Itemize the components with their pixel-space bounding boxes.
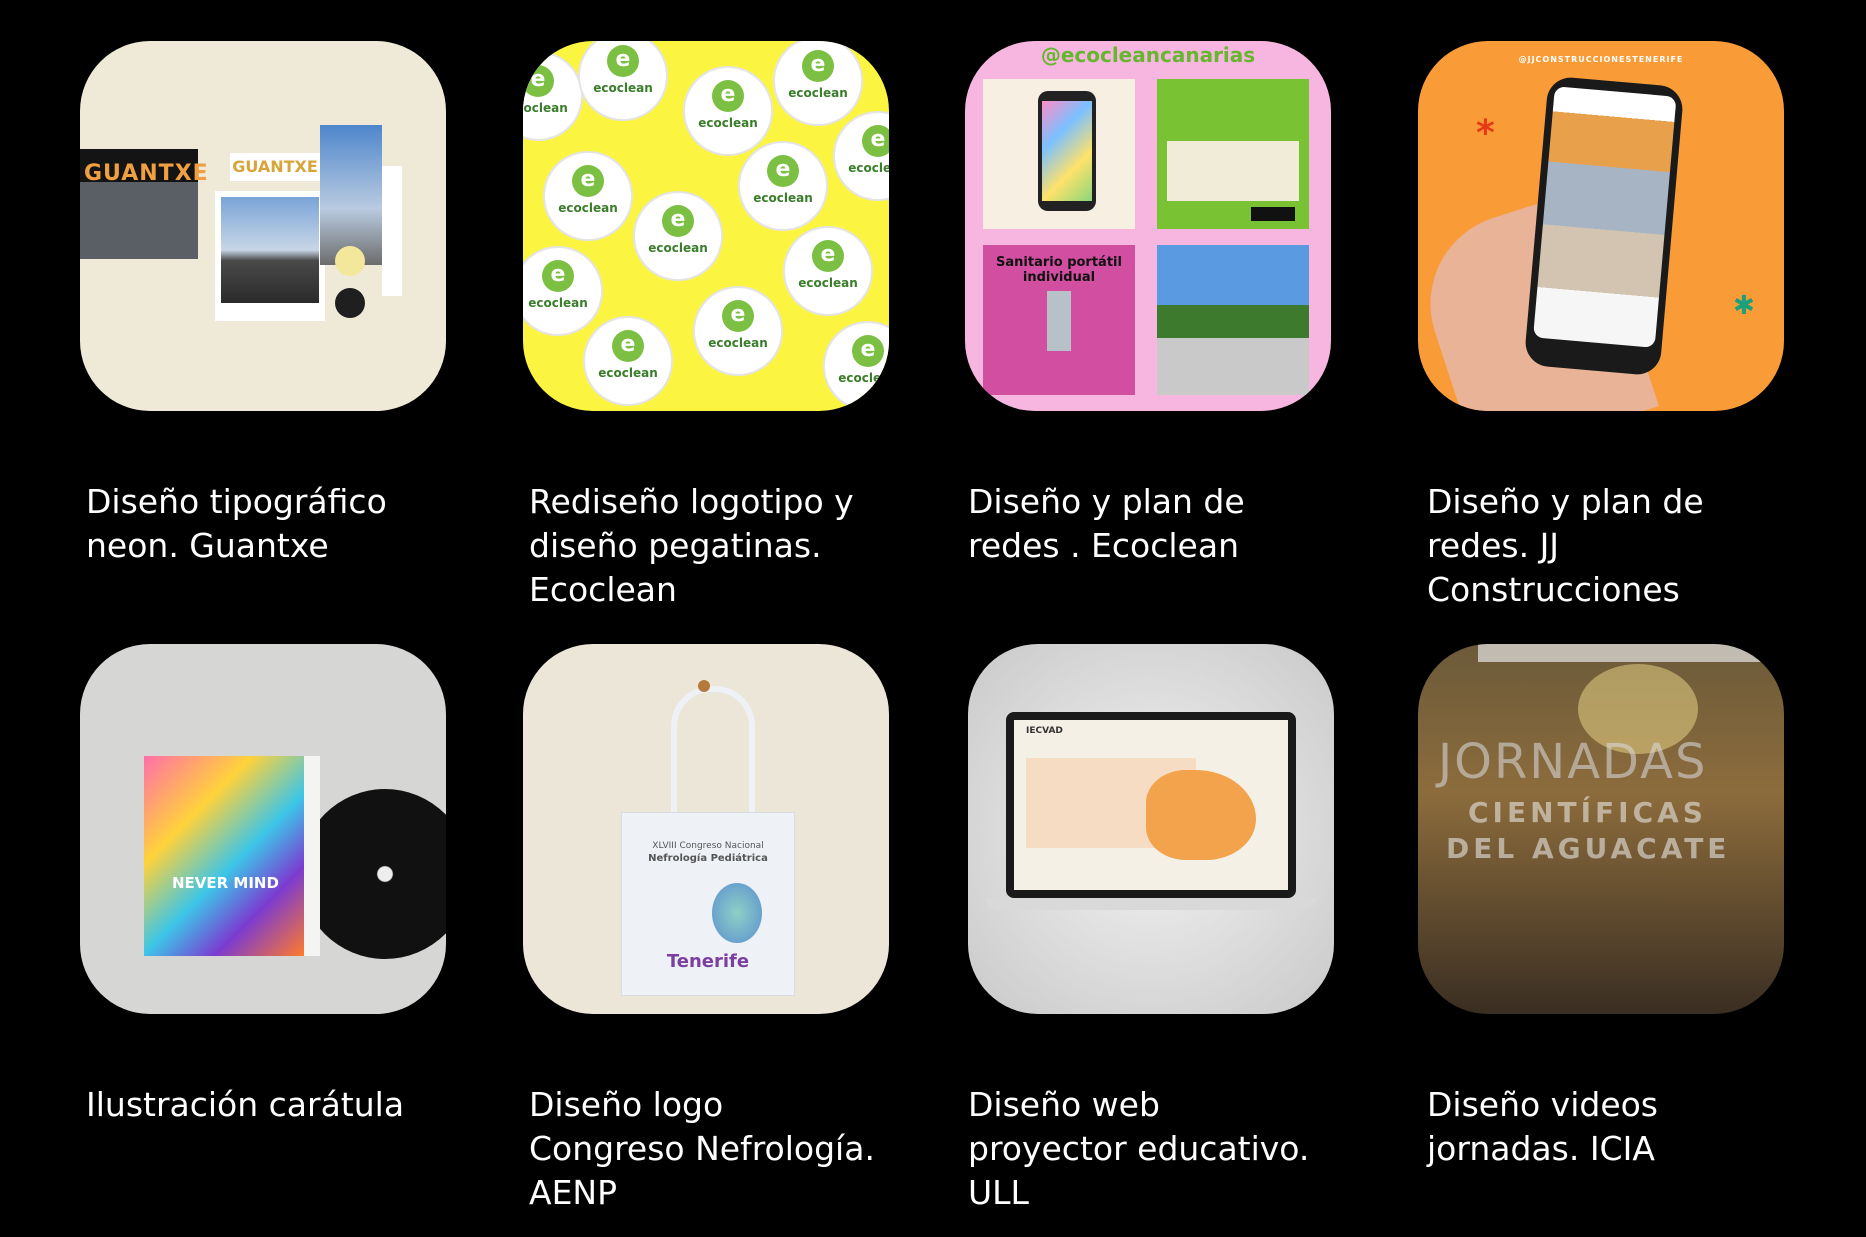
bag-strap	[671, 686, 755, 832]
ecoclean-sticker: eecoclean	[773, 41, 863, 126]
congress-name: Nefrología Pediátrica	[648, 853, 768, 864]
title-line: redes . Ecoclean	[968, 526, 1239, 565]
ecoclean-sticker: eecoclean	[523, 51, 583, 141]
title-line: Diseño tipográfico	[86, 482, 387, 521]
cover-text: NEVER MIND	[172, 874, 279, 892]
title-line: redes. JJ	[1427, 526, 1560, 565]
title-line: Diseño web	[968, 1085, 1160, 1124]
globe-icon	[712, 883, 762, 943]
black-swatch	[335, 288, 365, 318]
hook-pin	[698, 680, 710, 692]
ecoclean-sticker: eecoclean	[783, 226, 873, 316]
project-title-ecoclean-stickers: Rediseño logotipo y diseño pegatinas. Ec…	[529, 480, 919, 612]
title-line: Ilustración carátula	[86, 1085, 405, 1124]
tote-bag: XLVIII Congreso Nacional Nefrología Pedi…	[621, 812, 795, 996]
ecoclean-sticker: eecoclean	[543, 151, 633, 241]
project-title-icia: Diseño videos jornadas. ICIA	[1427, 1083, 1817, 1171]
title-line: Construcciones	[1427, 570, 1680, 609]
post-photo	[1157, 245, 1309, 395]
ecoclean-sticker: eecoclean	[823, 321, 889, 411]
title-line: Congreso Nefrología.	[529, 1129, 875, 1168]
tenerife-logo: Tenerife	[666, 951, 750, 972]
project-card-guantxe[interactable]: GUANTXE GUANTXE	[80, 41, 446, 411]
laptop-base	[986, 898, 1316, 910]
sponsor-logos-bar	[1478, 644, 1764, 662]
polaroid-photo	[215, 191, 325, 321]
ecoclean-sticker: eecoclean	[633, 191, 723, 281]
title-line: proyector educativo.	[968, 1129, 1310, 1168]
title-line: AENP	[529, 1173, 618, 1212]
title-line: ULL	[968, 1173, 1029, 1212]
ecoclean-sticker: eecoclean	[693, 286, 783, 376]
neon-sign-photo: GUANTXE	[80, 149, 208, 259]
instagram-handle: @ecocleancanarias	[1040, 43, 1256, 67]
congress-label: XLVIII Congreso Nacional	[652, 841, 764, 851]
title-line: Diseño y plan de	[1427, 482, 1704, 521]
vinyl-record	[300, 789, 446, 959]
post-sanitario: Sanitario portátil individual	[983, 245, 1135, 395]
ecoclean-sticker: eecoclean	[738, 141, 828, 231]
title-line: diseño pegatinas.	[529, 526, 822, 565]
cientificas-text: CIENTÍFICAS	[1468, 796, 1707, 829]
title-line: Diseño videos	[1427, 1085, 1658, 1124]
project-title-guantxe: Diseño tipográfico neon. Guantxe	[86, 480, 476, 568]
paper-strip	[382, 166, 402, 296]
title-line: Ecoclean	[529, 570, 677, 609]
project-title-ecoclean-redes: Diseño y plan de redes . Ecoclean	[968, 480, 1358, 568]
album-cover: NEVER MIND	[144, 756, 304, 956]
title-line: Diseño y plan de	[968, 482, 1245, 521]
aguacate-text: DEL AGUACATE	[1446, 832, 1731, 865]
project-card-icia[interactable]: JORNADAS CIENTÍFICAS DEL AGUACATE	[1418, 644, 1784, 1014]
post-water	[1157, 79, 1309, 229]
ecoclean-sticker: eecoclean	[683, 66, 773, 156]
project-title-caratula: Ilustración carátula	[86, 1083, 476, 1127]
asterisk-icon: *	[1476, 113, 1495, 154]
yellow-swatch	[335, 246, 365, 276]
ecoclean-sticker: eecoclean	[578, 41, 668, 121]
star-icon: ✱	[1733, 291, 1755, 321]
project-card-caratula[interactable]: NEVER MIND	[80, 644, 446, 1014]
project-card-ecoclean-stickers[interactable]: eecoclean eecoclean eecoclean eecoclean …	[523, 41, 889, 411]
ecoclean-sticker: eecoclean	[833, 111, 889, 201]
project-title-aenp: Diseño logo Congreso Nefrología. AENP	[529, 1083, 919, 1215]
instagram-handle: @JJCONSTRUCCIONESTENERIFE	[1518, 55, 1684, 64]
post-phone	[983, 79, 1135, 229]
title-line: neon. Guantxe	[86, 526, 329, 565]
project-card-aenp[interactable]: XLVIII Congreso Nacional Nefrología Pedi…	[523, 644, 889, 1014]
project-card-ull[interactable]: IECVAD	[968, 644, 1334, 1014]
phone-mockup	[1523, 75, 1685, 377]
guantxe-label: GUANTXE	[230, 153, 320, 181]
jornadas-text: JORNADAS	[1438, 734, 1708, 790]
project-title-ull: Diseño web proyector educativo. ULL	[968, 1083, 1358, 1215]
laptop-screen: IECVAD	[1006, 712, 1296, 898]
ecoclean-sticker: eecoclean	[583, 316, 673, 406]
title-line: Rediseño logotipo y	[529, 482, 854, 521]
project-title-jj-construcciones: Diseño y plan de redes. JJ Construccione…	[1427, 480, 1817, 612]
project-card-jj-construcciones[interactable]: @JJCONSTRUCCIONESTENERIFE * ✱	[1418, 41, 1784, 411]
neon-text: GUANTXE	[84, 161, 209, 186]
title-line: Diseño logo	[529, 1085, 724, 1124]
sky-photo	[320, 125, 382, 265]
project-card-ecoclean-redes[interactable]: @ecocleancanarias Sanitario portátil ind…	[965, 41, 1331, 411]
ecoclean-sticker: eecoclean	[523, 246, 603, 336]
site-logo: IECVAD	[1026, 726, 1063, 736]
title-line: jornadas. ICIA	[1427, 1129, 1655, 1168]
